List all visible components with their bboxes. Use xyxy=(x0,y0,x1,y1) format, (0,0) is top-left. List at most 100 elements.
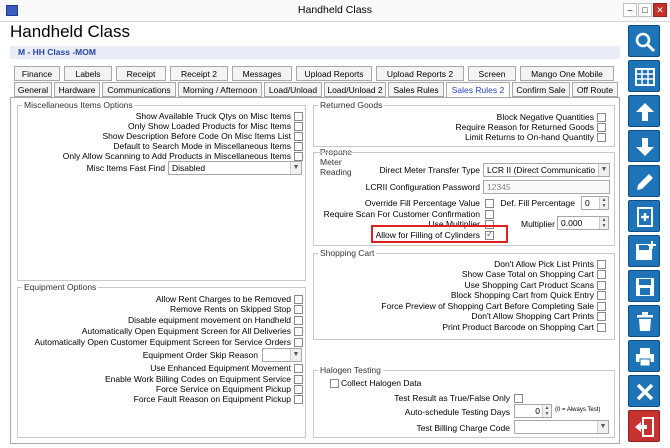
edit-button[interactable] xyxy=(628,165,660,197)
tab-sales-rules[interactable]: Sales Rules xyxy=(388,82,444,97)
tab-communications[interactable]: Communications xyxy=(102,82,176,97)
equipment-option-checkbox[interactable] xyxy=(294,395,303,404)
tab-hardware[interactable]: Hardware xyxy=(54,82,100,97)
order-skip-select[interactable]: ▼ xyxy=(262,348,302,362)
tab-sales-rules-2[interactable]: Sales Rules 2 xyxy=(446,82,510,98)
transfer-type-select[interactable]: LCR II (Direct Communicatio ▼ xyxy=(483,163,610,177)
equipment-option-label: Use Enhanced Equipment Movement xyxy=(150,363,291,373)
scan-confirm-checkbox[interactable] xyxy=(485,210,494,219)
override-fill-checkbox[interactable] xyxy=(485,199,494,208)
cart-option-checkbox[interactable] xyxy=(597,323,606,332)
spin-arrows-icon[interactable]: ▲ ▼ xyxy=(599,217,608,229)
search-button[interactable] xyxy=(628,25,660,57)
lcr-password-field[interactable]: 12345 xyxy=(483,180,610,194)
misc-option-checkbox[interactable] xyxy=(294,152,303,161)
tab-receipt-2[interactable]: Receipt 2 xyxy=(170,66,228,81)
equipment-option-label: Force Service on Equipment Pickup xyxy=(155,384,291,394)
spin-arrows-icon[interactable]: ▲ ▼ xyxy=(542,405,551,417)
window-title: Handheld Class xyxy=(297,4,373,16)
order-skip-label: Equipment Order Skip Reason xyxy=(142,350,258,360)
equipment-option-label: Automatically Open Equipment Screen for … xyxy=(81,326,291,336)
multiplier-label: Multiplier xyxy=(520,219,555,229)
equipment-option-checkbox[interactable] xyxy=(294,316,303,325)
def-fill-stepper[interactable]: 0 ▲ ▼ xyxy=(581,196,609,210)
misc-option-checkbox[interactable] xyxy=(294,132,303,141)
cart-option-label: Force Preview of Shopping Cart Before Co… xyxy=(381,301,594,311)
down-arrow-icon xyxy=(636,138,654,156)
def-fill-value: 0 xyxy=(585,198,590,208)
save-button[interactable] xyxy=(628,270,660,302)
tab-screen[interactable]: Screen xyxy=(468,66,516,81)
tab-upload-reports-2[interactable]: Upload Reports 2 xyxy=(376,66,464,81)
fast-find-select[interactable]: Disabled ▼ xyxy=(168,161,302,175)
tab-off-route[interactable]: Off Route xyxy=(572,82,618,97)
returned-goods-title: Returned Goods xyxy=(318,100,385,110)
chevron-down-icon[interactable]: ▼ xyxy=(290,349,301,361)
cart-option-label: Show Case Total on Shopping Cart xyxy=(461,269,594,279)
chevron-down-icon[interactable]: ▼ xyxy=(597,421,608,433)
transfer-type-value: LCR II (Direct Communicatio xyxy=(487,165,596,175)
equipment-option-label: Allow Rent Charges to be Removed xyxy=(155,294,291,304)
cart-option-checkbox[interactable] xyxy=(597,281,606,290)
highlight-box xyxy=(371,225,508,243)
equipment-option-checkbox[interactable] xyxy=(294,375,303,384)
maximize-button[interactable]: □ xyxy=(638,3,652,17)
truefalse-checkbox[interactable] xyxy=(514,394,523,403)
print-button[interactable] xyxy=(628,340,660,372)
billing-code-select[interactable]: ▼ xyxy=(514,420,609,434)
equipment-option-checkbox[interactable] xyxy=(294,385,303,394)
equipment-option-label: Enable Work Billing Codes on Equipment S… xyxy=(105,374,291,384)
cart-option-checkbox[interactable] xyxy=(597,291,606,300)
testing-days-stepper[interactable]: 0 ▲ ▼ xyxy=(514,404,552,418)
returned-option-checkbox[interactable] xyxy=(597,123,606,132)
tab-morning-afternoon[interactable]: Morning / Afternoon xyxy=(178,82,262,97)
tab-messages[interactable]: Messages xyxy=(232,66,292,81)
grid-button[interactable] xyxy=(628,60,660,92)
testing-days-label: Auto-schedule Testing Days xyxy=(404,407,510,417)
equipment-option-checkbox[interactable] xyxy=(294,327,303,336)
tab-general[interactable]: General xyxy=(14,82,52,97)
collect-halogen-checkbox[interactable] xyxy=(330,379,339,388)
tab-load-unload[interactable]: Load/Unload xyxy=(264,82,322,97)
equipment-option-checkbox[interactable] xyxy=(294,364,303,373)
cart-option-checkbox[interactable] xyxy=(597,312,606,321)
returned-option-checkbox[interactable] xyxy=(597,113,606,122)
add-copy-button[interactable] xyxy=(628,200,660,232)
delete-icon xyxy=(637,312,653,331)
equipment-option-checkbox[interactable] xyxy=(294,338,303,347)
move-down-button[interactable] xyxy=(628,130,660,162)
equipment-option-checkbox[interactable] xyxy=(294,305,303,314)
multiplier-stepper[interactable]: 0.000 ▲ ▼ xyxy=(557,216,609,230)
cart-option-checkbox[interactable] xyxy=(597,270,606,279)
tab-confirm-sale[interactable]: Confirm Sale xyxy=(512,82,570,97)
tab-finance[interactable]: Finance xyxy=(14,66,60,81)
move-up-button[interactable] xyxy=(628,95,660,127)
returned-option-checkbox[interactable] xyxy=(597,133,606,142)
equipment-option-checkbox[interactable] xyxy=(294,295,303,304)
save-new-button[interactable] xyxy=(628,235,660,267)
truefalse-label: Test Result as True/False Only xyxy=(394,393,510,403)
tab-receipt[interactable]: Receipt xyxy=(116,66,166,81)
minimize-button[interactable]: – xyxy=(623,3,637,17)
multiplier-value: 0.000 xyxy=(561,218,583,228)
tab-load-unload-2[interactable]: Load/Unload 2 xyxy=(324,82,386,97)
chevron-down-icon[interactable]: ▼ xyxy=(290,162,301,174)
tab-upload-reports[interactable]: Upload Reports xyxy=(296,66,372,81)
cancel-button[interactable] xyxy=(628,375,660,407)
equipment-option-label: Force Fault Reason on Equipment Pickup xyxy=(133,394,291,404)
tab-labels[interactable]: Labels xyxy=(64,66,112,81)
scan-confirm-label: Require Scan For Customer Confirmation xyxy=(323,209,480,219)
spin-arrows-icon[interactable]: ▲ ▼ xyxy=(599,197,608,209)
equipment-option-label: Remove Rents on Skipped Stop xyxy=(170,304,291,314)
misc-option-checkbox[interactable] xyxy=(294,122,303,131)
cart-option-checkbox[interactable] xyxy=(597,302,606,311)
tab-mango-one-mobile[interactable]: Mango One Mobile xyxy=(520,66,614,81)
exit-button[interactable] xyxy=(628,410,660,442)
misc-option-checkbox[interactable] xyxy=(294,142,303,151)
chevron-down-icon[interactable]: ▼ xyxy=(598,164,609,176)
close-button[interactable]: ✕ xyxy=(653,3,667,17)
delete-button[interactable] xyxy=(628,305,660,337)
save-new-icon xyxy=(636,241,656,260)
cart-option-checkbox[interactable] xyxy=(597,260,606,269)
misc-option-checkbox[interactable] xyxy=(294,112,303,121)
